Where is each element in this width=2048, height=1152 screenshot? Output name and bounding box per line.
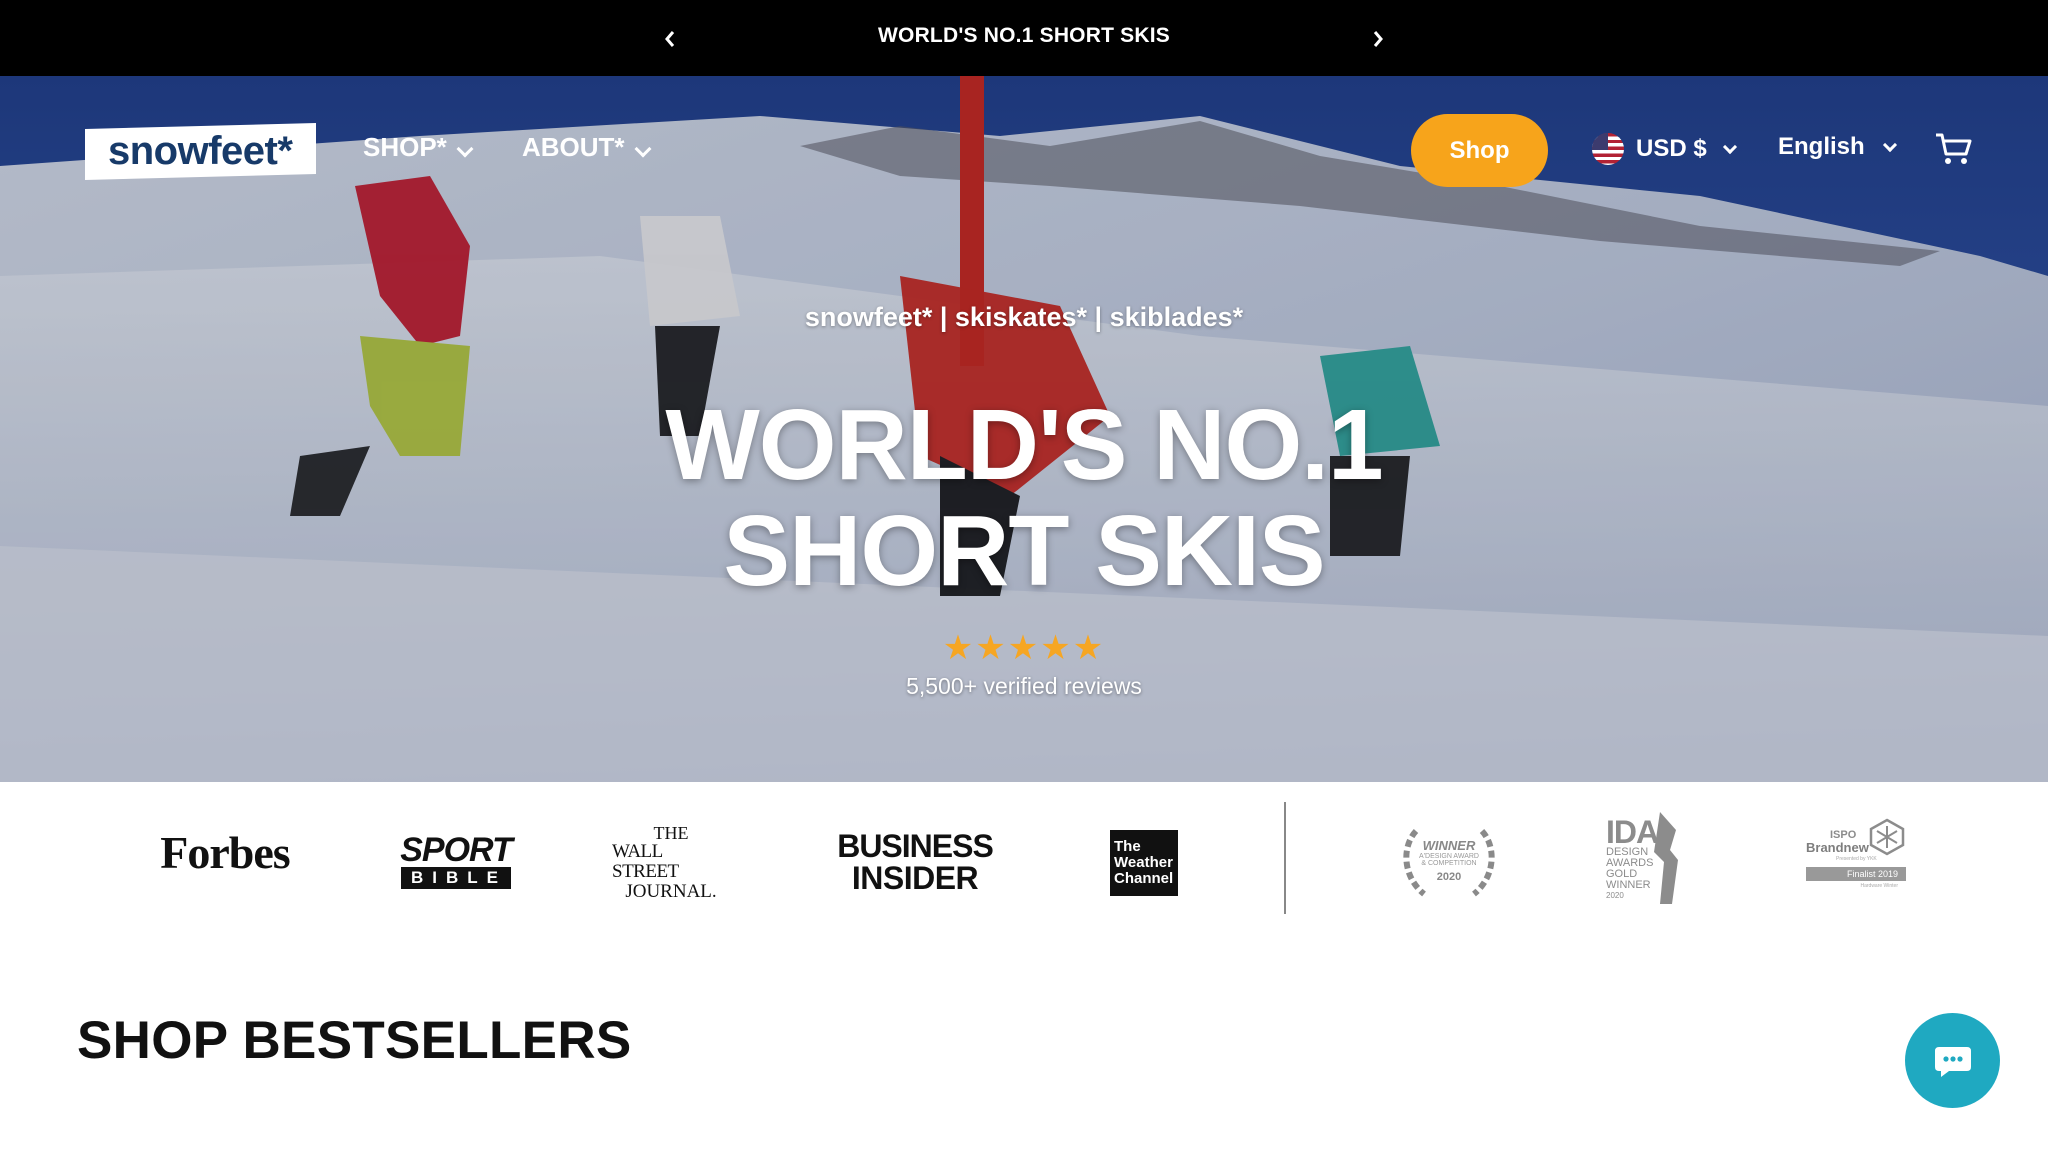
- star-rating: ★★★★★: [942, 629, 1106, 667]
- weather-channel-logo: The Weather Channel: [1110, 830, 1178, 896]
- us-flag-icon: [1592, 133, 1624, 165]
- ida-award-badge: IDA DESIGN AWARDS GOLD WINNER 2020: [1606, 810, 1702, 906]
- press-logos-bar: Forbes SPORT BIBLE THE WALL STREET JOURN…: [0, 782, 2048, 922]
- nav-about-menu[interactable]: ABOUT*: [522, 132, 652, 163]
- nav-shop-menu[interactable]: SHOP*: [363, 132, 474, 163]
- hero-headline-line2: SHORT SKIS: [723, 495, 1325, 607]
- business-insider-logo: BUSINESS INSIDER: [837, 828, 994, 896]
- announcement-next-button[interactable]: [1365, 26, 1391, 52]
- forbes-logo: Forbes: [160, 826, 290, 878]
- currency-selector[interactable]: USD $: [1592, 133, 1737, 165]
- shop-button[interactable]: Shop: [1411, 114, 1548, 187]
- sportbible-logo: SPORT BIBLE: [400, 831, 513, 889]
- language-selector[interactable]: English: [1778, 133, 1897, 161]
- hero-banner: snowfeet* SHOP* ABOUT* Shop USD $ Englis…: [0, 76, 2048, 782]
- chat-button[interactable]: [1905, 1013, 2000, 1108]
- announcement-bar: WORLD'S NO.1 SHORT SKIS: [0, 0, 2048, 76]
- brand-logo[interactable]: snowfeet*: [85, 122, 316, 181]
- hero-headline: WORLD'S NO.1 SHORT SKIS: [0, 392, 2048, 604]
- ispo-hexagon-icon: [1869, 818, 1905, 856]
- wsj-logo: THE WALL STREET JOURNAL.: [612, 823, 717, 902]
- chevron-down-icon: [1722, 139, 1737, 155]
- chevron-down-icon: [634, 140, 652, 157]
- adesign-award-badge: WINNER A'DESIGN AWARD & COMPETITION 2020: [1394, 816, 1504, 906]
- currency-label: USD $: [1636, 135, 1707, 162]
- language-label: English: [1778, 133, 1865, 160]
- hero-headline-line1: WORLD'S NO.1: [665, 389, 1383, 501]
- nav-shop-label: SHOP*: [363, 132, 447, 162]
- cart-icon[interactable]: [1934, 132, 1972, 166]
- chevron-right-icon: [1373, 31, 1383, 47]
- chevron-down-icon: [1882, 137, 1897, 153]
- press-divider: [1284, 802, 1286, 914]
- ispo-award-badge: ISPO Brandnew Presented by YKK Finalist …: [1806, 818, 1910, 898]
- chevron-down-icon: [456, 140, 474, 157]
- chat-bubble-icon: [1934, 1046, 1971, 1077]
- reviews-count: 5,500+ verified reviews: [906, 673, 1142, 699]
- nav-about-label: ABOUT*: [522, 132, 625, 162]
- brand-logo-text: snowfeet*: [108, 129, 293, 173]
- hero-tagline: snowfeet* | skiskates* | skiblades*: [804, 302, 1244, 332]
- announcement-text: WORLD'S NO.1 SHORT SKIS: [878, 24, 1170, 47]
- section-title-bestsellers: SHOP BESTSELLERS: [77, 1011, 632, 1070]
